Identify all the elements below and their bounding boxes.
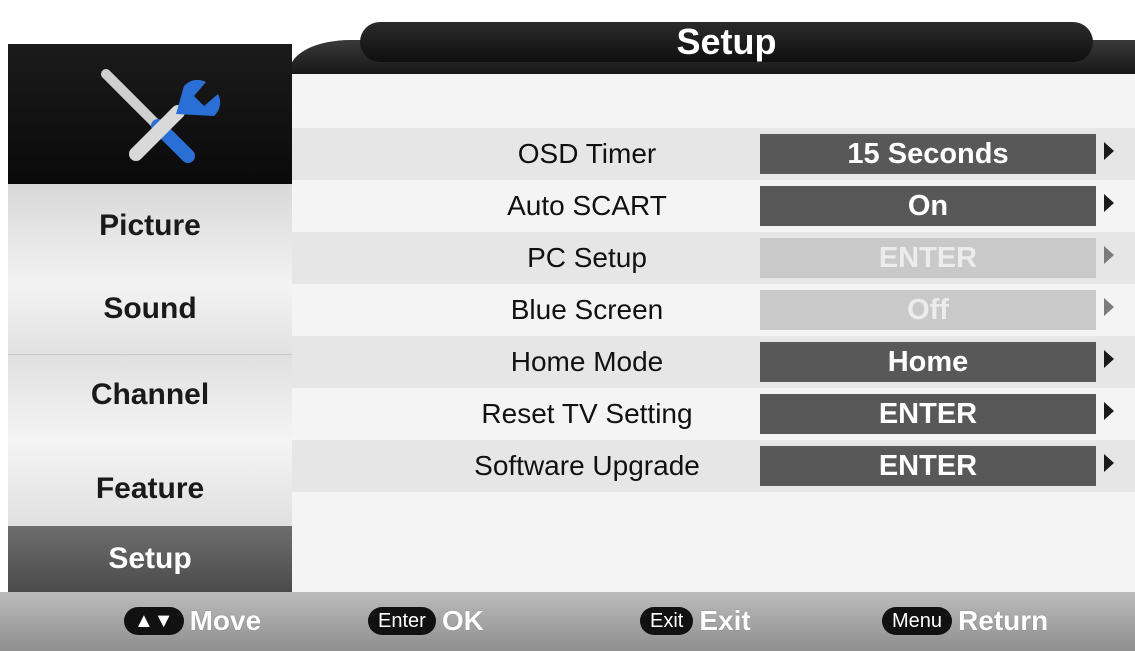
hint-exit: Exit Exit [640,603,751,639]
sidebar-menu: Picture Sound Channel Feature Setup [8,44,292,592]
setting-label: Blue Screen [510,294,664,325]
right-arrow-icon [1104,142,1114,160]
sidebar-item-picture[interactable]: Picture [8,209,292,243]
sidebar-item-sound[interactable]: Sound [8,292,292,326]
hint-return: Menu Return [882,603,1048,639]
right-arrow-icon [1104,246,1114,264]
sidebar-icon-box [8,44,292,184]
right-arrow-icon [1104,402,1114,420]
setting-value[interactable]: On [760,186,1096,226]
setting-row-blue-screen[interactable]: Blue Screen Off [292,284,1135,336]
setting-value[interactable]: Home [760,342,1096,382]
setting-value[interactable]: 15 Seconds [760,134,1096,174]
sidebar-item-feature[interactable]: Feature [8,472,292,506]
setting-row-home-mode[interactable]: Home Mode Home [292,336,1135,388]
hint-ok: Enter OK [368,603,484,639]
empty-row [292,492,1135,544]
setting-row-pc-setup[interactable]: PC Setup ENTER [292,232,1135,284]
setting-label: Auto SCART [507,190,667,221]
hint-exit-label: Exit [699,605,751,636]
enter-key-icon: Enter [368,607,436,635]
page-title: Setup [676,21,777,62]
setting-label: Software Upgrade [474,450,700,481]
setting-row-auto-scart[interactable]: Auto SCART On [292,180,1135,232]
hint-move: ▲▼ Move [124,603,261,639]
tools-icon [101,69,221,163]
hint-ok-label: OK [441,605,484,636]
setting-value[interactable]: Off [760,290,1096,330]
setting-row-osd-timer[interactable]: OSD Timer 15 Seconds [292,128,1135,180]
hint-move-label: Move [189,605,262,636]
settings-panel: OSD Timer 15 Seconds Auto SCART On PC Se… [292,74,1135,592]
sidebar-item-channel[interactable]: Channel [8,378,292,412]
right-arrow-icon [1104,350,1114,368]
setting-label: Reset TV Setting [481,398,693,429]
right-arrow-icon [1104,298,1114,316]
setting-row-reset-tv[interactable]: Reset TV Setting ENTER [292,388,1135,440]
updown-key-icon: ▲▼ [124,607,184,635]
right-arrow-icon [1104,194,1114,212]
footer-hint-bar: ▲▼ Move Enter OK Exit Exit Menu Return [0,592,1135,651]
menu-key-icon: Menu [882,607,953,635]
setting-value[interactable]: ENTER [760,446,1096,486]
setting-label: Home Mode [510,346,664,377]
setting-row-software-upgrade[interactable]: Software Upgrade ENTER [292,440,1135,492]
setting-label: PC Setup [527,242,647,273]
sidebar-item-setup[interactable]: Setup [8,542,292,576]
right-arrow-icon [1104,454,1114,472]
setting-value[interactable]: ENTER [760,238,1096,278]
setting-label: OSD Timer [517,138,657,169]
exit-key-icon: Exit [640,607,694,635]
hint-return-label: Return [958,605,1049,636]
setting-value[interactable]: ENTER [760,394,1096,434]
